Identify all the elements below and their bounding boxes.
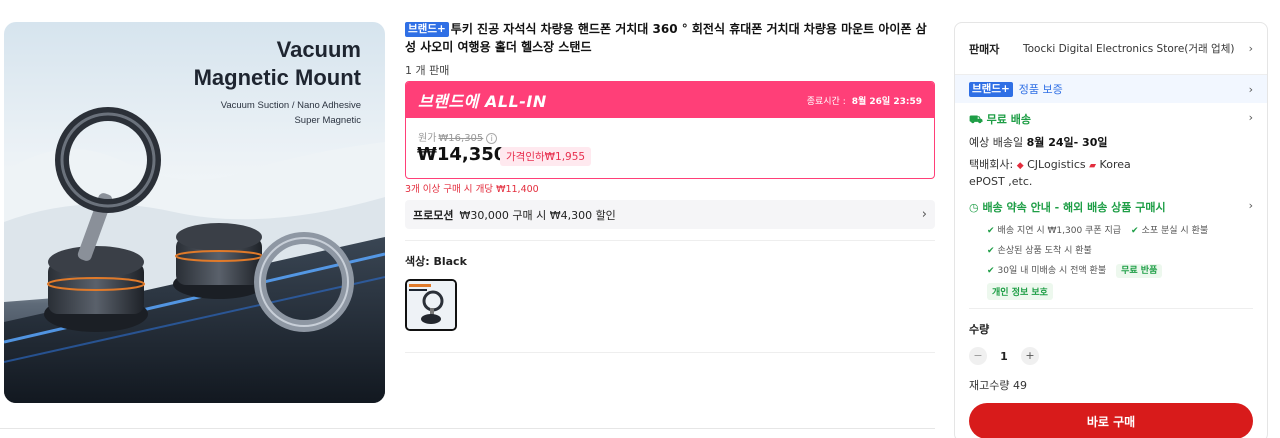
deal-deadline: 종료시간 : 8월 26일 23:59	[807, 94, 922, 107]
delivery-eta: 예상 배송일 8월 24일- 30일	[969, 135, 1253, 150]
product-info: 브랜드+ 투키 진공 자석식 차량용 핸드폰 거치대 360 ° 회전식 휴대폰 …	[405, 20, 935, 78]
quantity-label: 수량	[969, 323, 990, 336]
promise-item: ✔ 소포 분실 시 환불	[1131, 226, 1208, 236]
brand-guarantee-row[interactable]: 브랜드+ 정품 보증 ›	[955, 75, 1267, 103]
promise-item: ✔ 30일 내 미배송 시 전액 환불	[987, 266, 1106, 276]
seller-label: 판매자	[969, 42, 1000, 56]
promotion-row[interactable]: 프로모션 ₩30,000 구매 시 ₩4,300 할인 ›	[405, 200, 935, 229]
product-title: 투키 진공 자석식 차량용 핸드폰 거치대 360 ° 회전식 휴대폰 거치대 …	[405, 22, 927, 54]
chevron-right-icon: ›	[1248, 111, 1253, 124]
sold-count: 1 개 판매	[405, 64, 450, 77]
color-label: 색상: Black	[405, 255, 467, 268]
sale-price: ₩14,350	[417, 144, 507, 165]
promise-item-text: 손상된 상품 도착 시 환불	[997, 246, 1092, 256]
stock-count: 재고수량 49	[969, 379, 1027, 392]
promise-list: ✔ 배송 지연 시 ₩1,300 쿠폰 지급 ✔ 소포 분실 시 환불 ✔ 손상된 상품…	[969, 215, 1253, 281]
eta-value: 8월 24일- 30일	[1026, 136, 1108, 149]
check-icon: ✔	[1131, 226, 1139, 236]
promise-item: ✔ 배송 지연 시 ₩1,300 쿠폰 지급	[987, 226, 1121, 236]
quantity-value[interactable]: 1	[987, 350, 1021, 363]
quantity-stepper: − 1 +	[955, 337, 1267, 365]
product-image[interactable]: Vacuum Magnetic Mount Vacuum Suction / N…	[4, 22, 385, 403]
original-price-label: 원가	[418, 133, 437, 144]
chevron-right-icon: ›	[921, 207, 927, 222]
info-icon[interactable]: i	[486, 133, 498, 144]
chevron-right-icon: ›	[1248, 199, 1253, 212]
deal-banner: 브랜드에 ALL-IN 종료시간 : 8월 26일 23:59	[406, 82, 934, 118]
deal-box: 브랜드에 ALL-IN 종료시간 : 8월 26일 23:59 원가 ₩16,305…	[405, 81, 935, 179]
check-icon: ✔	[987, 226, 995, 236]
chevron-right-icon: ›	[1248, 82, 1253, 96]
promise-item-text: 배송 지연 시 ₩1,300 쿠폰 지급	[997, 226, 1122, 236]
clock-shield-icon: ◷	[969, 201, 983, 214]
original-price: 원가 ₩16,305 i	[418, 129, 498, 144]
shipping-section[interactable]: ⛟ 무료 배송 › 예상 배송일 8월 24일- 30일 택배회사: ◆ CJL…	[955, 103, 1267, 189]
brand-plus-badge: 브랜드+	[969, 81, 1013, 97]
check-icon: ✔	[987, 266, 995, 276]
eta-label: 예상 배송일	[969, 136, 1024, 149]
divider	[405, 240, 935, 241]
free-return-badge: 무료 반품	[1116, 264, 1163, 278]
purchase-panel: 판매자 Toocki Digital Electronics Store(거래 …	[954, 22, 1268, 438]
truck-icon: ⛟	[969, 113, 987, 126]
color-swatch-black[interactable]	[405, 279, 457, 331]
check-icon: ✔	[987, 246, 995, 256]
privacy-badge: 개인 정보 보호	[987, 283, 1053, 300]
image-title-line1: Vacuum	[276, 37, 361, 62]
free-shipping-title: 무료 배송	[986, 113, 1031, 126]
image-subtitle: Vacuum Suction / Nano Adhesive Super Mag…	[221, 98, 361, 128]
carrier-info: 택배회사: ◆ CJLogistics ▰ Korea ePOST ,etc.	[969, 157, 1253, 189]
delivery-promise-section[interactable]: ◷ 배송 약속 안내 - 해외 배송 상품 구매시 › ✔ 배송 지연 시 ₩1,…	[955, 189, 1267, 300]
swatch-thumbnail	[407, 281, 455, 329]
promise-item-text: 30일 내 미배송 시 전액 환불	[997, 266, 1107, 276]
promotion-tag: 프로모션	[413, 208, 454, 222]
divider	[405, 352, 935, 353]
seller-name[interactable]: Toocki Digital Electronics Store(거래 업체)	[1023, 41, 1234, 56]
deadline-value: 8월 26일 23:59	[851, 96, 922, 107]
image-title-line2: Magnetic Mount	[193, 65, 361, 90]
image-title: Vacuum Magnetic Mount	[194, 36, 361, 92]
promotion-text: ₩30,000 구매 시 ₩4,300 할인	[459, 208, 616, 222]
buy-now-button[interactable]: 바로 구매	[969, 403, 1253, 438]
carrier-cj: CJLogistics	[1027, 158, 1086, 171]
carrier-label: 택배회사:	[969, 158, 1014, 171]
brand-plus-badge: 브랜드+	[405, 22, 449, 37]
promise-item: ✔ 손상된 상품 도착 시 환불	[987, 246, 1092, 256]
cj-logo-icon: ◆	[1016, 161, 1024, 171]
chevron-right-icon: ›	[1248, 42, 1253, 55]
bulk-discount-note: 3개 이상 구매 시 개당 ₩11,400	[405, 184, 539, 195]
carrier-korea: Korea	[1099, 158, 1131, 171]
promise-title: 배송 약속 안내 - 해외 배송 상품 구매시	[982, 201, 1166, 214]
guarantee-text: 정품 보증	[1018, 83, 1063, 96]
deadline-label: 종료시간 :	[806, 96, 846, 107]
original-price-value: ₩16,305	[438, 133, 484, 144]
promise-item-text: 소포 분실 시 환불	[1141, 226, 1209, 236]
image-subtitle-line1: Vacuum Suction / Nano Adhesive	[220, 100, 361, 111]
epost-logo-icon: ▰	[1089, 161, 1097, 171]
seller-row[interactable]: 판매자 Toocki Digital Electronics Store(거래 …	[955, 23, 1267, 75]
carrier-epost: ePOST ,etc.	[969, 175, 1033, 188]
discount-badge: 가격인하₩1,955	[500, 147, 592, 166]
product-title-block: 브랜드+ 투키 진공 자석식 차량용 핸드폰 거치대 360 ° 회전식 휴대폰 …	[405, 20, 935, 56]
quantity-decrease-button[interactable]: −	[969, 347, 987, 365]
quantity-increase-button[interactable]: +	[1021, 347, 1039, 365]
image-subtitle-line2: Super Magnetic	[294, 115, 361, 126]
divider	[0, 428, 935, 429]
deal-banner-title: 브랜드에 ALL-IN	[418, 92, 547, 111]
